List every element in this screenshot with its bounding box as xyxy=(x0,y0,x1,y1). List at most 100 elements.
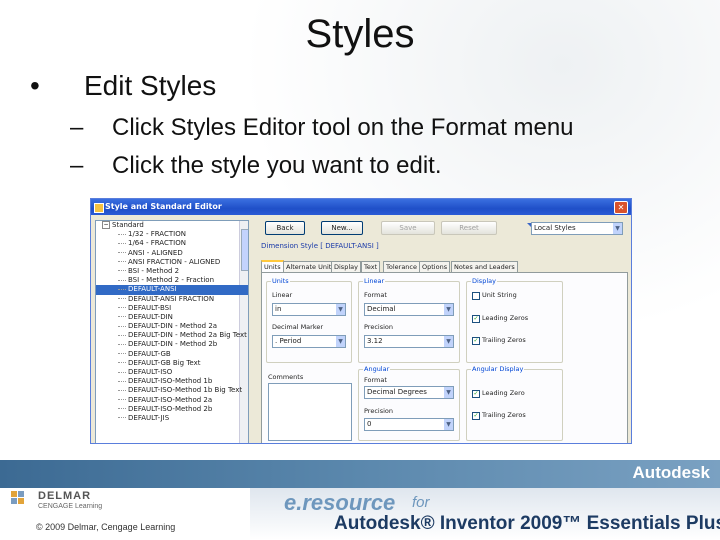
app-icon xyxy=(94,203,104,213)
tree-connector xyxy=(118,279,126,281)
tree-item-label: DEFAULT-DIN - Method 2a Big Text xyxy=(128,331,247,340)
angular-trailing-zeros-checkbox[interactable]: ✓ xyxy=(472,412,480,420)
tab-notes-and-leaders[interactable]: Notes and Leaders xyxy=(451,261,518,272)
tree-item-label: DEFAULT-ISO-Method 1b Big Text xyxy=(128,386,243,395)
tree-item-label: DEFAULT-DIN xyxy=(128,312,173,321)
chevron-down-icon: ▼ xyxy=(336,304,345,315)
angular-format-label: Format xyxy=(364,376,387,384)
style-tree[interactable]: − Standard 1/32 - FRACTION 1/64 - FRACTION A… xyxy=(95,220,249,443)
tree-item[interactable]: DEFAULT-GB xyxy=(96,350,248,359)
tree-item[interactable]: DEFAULT-ISO-Method 1b Big Text xyxy=(96,386,248,395)
footer: Autodesk DELMAR CENGAGE Learning © 2009 … xyxy=(0,460,720,540)
decimal-marker-value: . Period xyxy=(275,337,302,345)
linear-format-label: Format xyxy=(364,291,387,299)
tab-tolerance[interactable]: Tolerance xyxy=(383,261,420,272)
tree-connector xyxy=(118,417,126,419)
decimal-marker-label: Decimal Marker xyxy=(272,323,324,331)
trailing-zeros-label: Trailing Zeros xyxy=(482,336,526,344)
tree-item[interactable]: BSI - Method 2 - Fraction xyxy=(96,276,248,285)
back-button[interactable]: Back xyxy=(265,221,305,235)
linear-precision-select[interactable]: 3.12 ▼ xyxy=(364,335,454,348)
tree-connector xyxy=(118,399,126,401)
tab-display[interactable]: Display xyxy=(331,261,361,272)
tree-item[interactable]: DEFAULT-BSI xyxy=(96,304,248,313)
tree-item[interactable]: DEFAULT-ISO-Method 1b xyxy=(96,377,248,386)
tab-alternate-units[interactable]: Alternate Units xyxy=(283,261,338,272)
tree-item-label: Standard xyxy=(112,221,144,229)
leading-zeros-checkbox[interactable]: ✓ xyxy=(472,315,480,323)
sub-marker-2: – xyxy=(70,152,84,179)
angular-precision-label: Precision xyxy=(364,407,394,415)
tree-item[interactable]: 1/64 - FRACTION xyxy=(96,239,248,248)
tree-item[interactable]: DEFAULT-ISO-Method 2b xyxy=(96,405,248,414)
tree-item-label: BSI - Method 2 xyxy=(128,266,180,275)
tree-item[interactable]: DEFAULT-ISO xyxy=(96,368,248,377)
tree-item-label: DEFAULT-DIN - Method 2a xyxy=(128,322,218,331)
tree-item[interactable]: DEFAULT-GB Big Text xyxy=(96,359,248,368)
chevron-down-icon: ▼ xyxy=(444,304,453,315)
linear-format-value: Decimal xyxy=(367,305,396,313)
tree-item[interactable]: DEFAULT-ANSI FRACTION xyxy=(96,295,248,304)
tree-item[interactable]: DEFAULT-DIN - Method 2a Big Text xyxy=(96,331,248,340)
tree-item[interactable]: 1/32 - FRACTION xyxy=(96,230,248,239)
tree-connector xyxy=(118,298,126,299)
bullet-edit-styles: Edit Styles xyxy=(84,70,217,101)
reset-button[interactable]: Reset xyxy=(441,221,497,235)
tree-item[interactable]: DEFAULT-DIN - Method 2b xyxy=(96,340,248,349)
tree-item[interactable]: ANSI FRACTION - ALIGNED xyxy=(96,258,248,267)
display-group-label: Display xyxy=(471,277,497,285)
footer-band: Autodesk xyxy=(0,460,720,488)
comments-label: Comments xyxy=(268,373,304,381)
delmar-wordmark: DELMAR xyxy=(38,490,92,502)
comments-textarea[interactable] xyxy=(268,383,352,441)
style-filter-select[interactable]: Local Styles ▼ xyxy=(531,222,623,235)
linear-units-value: in xyxy=(275,305,282,313)
linear-units-select[interactable]: in ▼ xyxy=(272,303,346,316)
tree-root-item[interactable]: − Standard xyxy=(96,221,248,230)
tab-options[interactable]: Options xyxy=(419,261,451,272)
collapse-icon[interactable]: − xyxy=(102,221,110,229)
bullet-marker: • xyxy=(30,70,40,101)
trailing-zeros-checkbox[interactable]: ✓ xyxy=(472,337,480,345)
linear-precision-value: 3.12 xyxy=(367,337,383,345)
close-icon[interactable]: ✕ xyxy=(614,201,628,214)
tree-connector xyxy=(118,270,126,272)
chevron-down-icon: ▼ xyxy=(444,387,453,398)
style-filter-value: Local Styles xyxy=(534,224,576,232)
tree-item[interactable]: DEFAULT-JIS xyxy=(96,414,248,423)
style-heading: Dimension Style [ DEFAULT-ANSI ] xyxy=(261,242,379,250)
tree-item[interactable]: DEFAULT-ISO-Method 2a xyxy=(96,396,248,405)
angular-leading-zero-checkbox[interactable]: ✓ xyxy=(472,390,480,398)
tree-item[interactable]: DEFAULT-DIN - Method 2a xyxy=(96,322,248,331)
save-button[interactable]: Save xyxy=(381,221,435,235)
sub-marker-1: – xyxy=(70,114,84,141)
new-button[interactable]: New... xyxy=(321,221,363,235)
unit-string-checkbox[interactable] xyxy=(472,292,480,300)
tree-item-label: ANSI FRACTION - ALIGNED xyxy=(128,257,221,266)
cengage-wordmark: CENGAGE Learning xyxy=(38,503,103,510)
tree-connector xyxy=(118,408,126,410)
linear-label: Linear xyxy=(272,291,293,299)
tree-connector xyxy=(118,353,126,355)
footer-lower: DELMAR CENGAGE Learning © 2009 Delmar, C… xyxy=(0,488,720,540)
tree-item[interactable]: ANSI - ALIGNED xyxy=(96,249,248,258)
tree-connector xyxy=(118,261,126,263)
angular-display-group: Angular Display xyxy=(466,365,563,441)
decimal-marker-select[interactable]: . Period ▼ xyxy=(272,335,346,348)
tree-item[interactable]: DEFAULT-DIN xyxy=(96,313,248,322)
tree-item[interactable]: BSI - Method 2 xyxy=(96,267,248,276)
tree-connector xyxy=(118,316,126,318)
for-text: for xyxy=(412,494,430,511)
angular-display-group-label: Angular Display xyxy=(471,365,525,373)
dialog-titlebar: Style and Standard Editor ✕ xyxy=(91,199,631,215)
tree-item[interactable]: DEFAULT-ANSI xyxy=(96,285,248,295)
tab-text[interactable]: Text xyxy=(361,261,381,272)
tree-connector xyxy=(118,334,126,336)
angular-format-select[interactable]: Decimal Degrees ▼ xyxy=(364,386,454,399)
tree-item-label: DEFAULT-ISO xyxy=(128,368,173,376)
angular-trailing-zeros-label: Trailing Zeros xyxy=(482,411,526,419)
linear-format-select[interactable]: Decimal ▼ xyxy=(364,303,454,316)
product-title: Autodesk® Inventor 2009™ Essentials Plus xyxy=(334,513,720,534)
units-group-label: Units xyxy=(271,277,290,285)
angular-precision-select[interactable]: 0 ▼ xyxy=(364,418,454,431)
